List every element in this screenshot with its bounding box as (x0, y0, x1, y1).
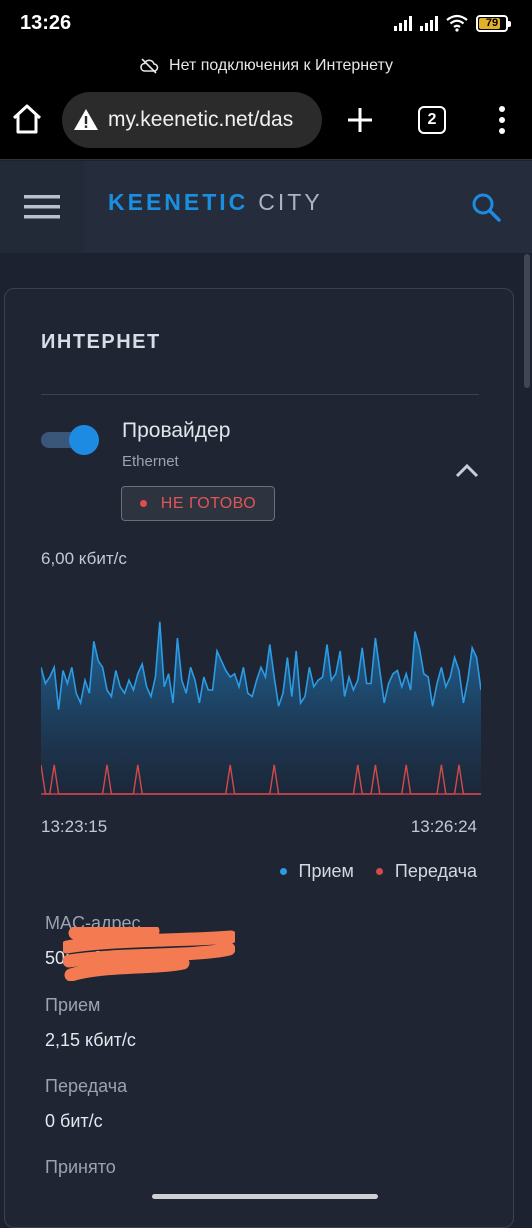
received-label: Принято (45, 1157, 116, 1177)
model-name: CITY (258, 189, 323, 215)
menu-button[interactable] (0, 161, 84, 253)
battery-level: 79 (485, 17, 499, 29)
app-logo: KEENETIC CITY (108, 189, 323, 216)
tx-value: 0 бит/с (45, 1111, 103, 1131)
chart-time-end: 13:26:24 (410, 817, 477, 836)
legend-tx-label: Передача (394, 861, 477, 881)
traffic-chart (41, 621, 481, 795)
hamburger-icon[interactable] (24, 193, 60, 221)
browser-toolbar: my.keenetic.net/das 2 (0, 80, 532, 160)
chart-legend: Прием Передача (279, 861, 477, 882)
chart-time-start: 13:23:15 (41, 817, 108, 836)
provider-name: Провайдер (122, 419, 231, 442)
rx-value: 2,15 кбит/с (45, 1030, 136, 1050)
search-icon[interactable] (470, 191, 502, 223)
app-header: KEENETIC CITY (0, 161, 532, 253)
status-badge: НЕ ГОТОВО (121, 486, 275, 521)
offline-text: Нет подключения к Интернету (169, 57, 393, 74)
status-text: НЕ ГОТОВО (160, 494, 257, 512)
tab-switcher-button[interactable]: 2 (418, 106, 446, 134)
home-icon[interactable] (10, 102, 44, 136)
new-tab-icon[interactable] (344, 104, 376, 136)
tx-label: Передача (45, 1076, 128, 1096)
address-bar[interactable]: my.keenetic.net/das (62, 92, 322, 148)
internet-card: ИНТЕРНЕТ Провайдер Ethernet НЕ ГОТОВО 6,… (4, 288, 514, 1228)
status-bar: 13:26 79 (0, 0, 532, 52)
url-text[interactable]: my.keenetic.net/das (108, 108, 293, 132)
chart-max-label: 6,00 кбит/с (41, 549, 127, 568)
legend-tx: Передача (375, 861, 477, 882)
status-dot (139, 500, 147, 507)
provider-type: Ethernet (122, 453, 179, 470)
tab-count: 2 (427, 111, 437, 128)
status-icons: 79 (394, 14, 511, 32)
chevron-up-icon[interactable] (453, 461, 481, 479)
more-options-icon[interactable] (494, 104, 510, 136)
signal-icon (394, 15, 412, 31)
rx-label: Прием (45, 995, 101, 1015)
clock: 13:26 (20, 12, 72, 34)
wifi-icon (446, 14, 468, 32)
page-scrollbar[interactable] (524, 254, 530, 388)
home-indicator[interactable] (152, 1194, 378, 1199)
provider-toggle[interactable] (41, 425, 99, 455)
warning-icon[interactable] (72, 106, 100, 134)
redaction-scribble (63, 927, 235, 981)
cloud-off-icon (140, 58, 159, 74)
legend-rx-label: Прием (298, 861, 354, 881)
signal-icon (420, 15, 438, 31)
legend-tx-dot (375, 868, 383, 875)
divider (41, 394, 479, 395)
battery-icon: 79 (476, 14, 511, 32)
brand-name: KEENETIC (108, 189, 249, 215)
offline-banner: Нет подключения к Интернету (0, 52, 532, 80)
card-title: ИНТЕРНЕТ (41, 331, 161, 353)
legend-rx-dot (279, 868, 287, 875)
legend-rx: Прием (279, 861, 354, 882)
toggle-knob (69, 425, 99, 455)
